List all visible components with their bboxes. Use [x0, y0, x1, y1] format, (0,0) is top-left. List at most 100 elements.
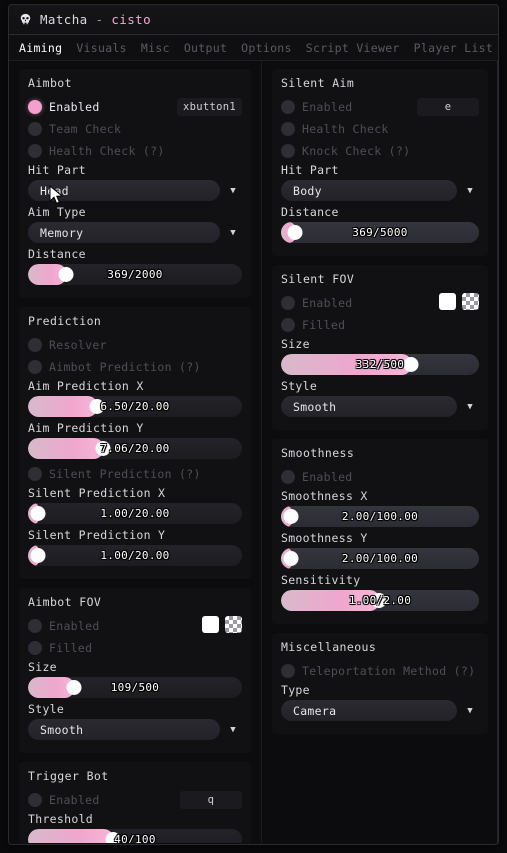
slider-sensitivity[interactable]: 1.00/2.00: [280, 590, 479, 611]
toggle-silent-aim-enabled[interactable]: [280, 100, 295, 114]
slider-aim-prediction-x[interactable]: 6.50/20.00: [28, 396, 242, 417]
dropdown-miscellaneous-type[interactable]: Camera ▼: [280, 700, 479, 721]
toggle-row-aimbot-health-check[interactable]: Health Check (?): [28, 140, 242, 162]
toggle-row-smoothness-enabled[interactable]: Enabled: [280, 466, 479, 488]
chevron-down-icon[interactable]: ▼: [461, 706, 479, 716]
toggle-smoothness-enabled[interactable]: [280, 470, 295, 484]
tab-misc[interactable]: Misc: [141, 41, 170, 55]
matcha-window: Matcha - cisto Aiming Visuals Misc Output Op…: [8, 4, 499, 845]
slider-silent-prediction-x[interactable]: 1.00/20.00: [28, 503, 242, 524]
title-bar[interactable]: Matcha - cisto: [9, 5, 498, 35]
slider-aim-prediction-y[interactable]: 7.06/20.00: [28, 438, 242, 459]
dropdown-value-aimbot-hit-part[interactable]: Head: [28, 180, 220, 201]
dropdown-value-silent-fov-style[interactable]: Smooth: [280, 396, 457, 417]
slider-value-aimbot-distance: 369/2000: [107, 268, 163, 281]
toggle-row-silent-aim-health-check[interactable]: Health Check: [280, 118, 479, 140]
toggle-row-aimbot-fov-filled[interactable]: Filled: [28, 637, 242, 659]
keybind-trigger-bot-enabled[interactable]: q: [179, 791, 242, 809]
toggle-row-silent-aim-knock-check[interactable]: Knock Check (?): [280, 140, 479, 162]
label-trigger-bot-threshold: Threshold: [28, 812, 94, 826]
toggle-row-teleportation-method[interactable]: Teleportation Method (?): [280, 660, 479, 682]
chevron-down-icon[interactable]: ▼: [461, 186, 479, 196]
dropdown-value-aimbot-fov-style[interactable]: Smooth: [28, 719, 220, 740]
dropdown-value-silent-aim-hit-part[interactable]: Body: [280, 180, 457, 201]
toggle-trigger-bot-enabled[interactable]: [28, 793, 42, 807]
slider-silent-prediction-y[interactable]: 1.00/20.00: [28, 545, 242, 566]
slider-smoothness-x[interactable]: 2.00/100.00: [280, 506, 479, 527]
color-swatch-fill-transparent[interactable]: [462, 293, 479, 310]
toggle-aimbot-team-check[interactable]: [28, 122, 42, 136]
toggle-row-aimbot-prediction[interactable]: Aimbot Prediction (?): [28, 356, 242, 378]
toggle-row-resolver[interactable]: Resolver: [28, 334, 242, 356]
slider-silent-aim-distance[interactable]: 369/5000: [280, 222, 479, 243]
toggle-silent-prediction[interactable]: [28, 467, 42, 481]
group-title-smoothness: Smoothness: [280, 446, 355, 460]
toggle-silent-aim-health-check[interactable]: [280, 122, 295, 136]
label-trigger-bot-enabled: Enabled: [49, 793, 100, 807]
dropdown-aimbot-hit-part[interactable]: Head ▼: [28, 180, 242, 201]
slider-value-trigger-bot-threshold: 40/100: [114, 833, 156, 843]
chevron-down-icon[interactable]: ▼: [224, 228, 242, 238]
dropdown-silent-aim-hit-part[interactable]: Body ▼: [280, 180, 479, 201]
toggle-teleportation-method[interactable]: [280, 664, 295, 678]
toggle-aimbot-enabled[interactable]: [28, 100, 42, 114]
color-swatch-outline[interactable]: [439, 293, 456, 310]
toggle-row-silent-fov-enabled[interactable]: Enabled: [280, 292, 479, 314]
toggle-silent-aim-knock-check[interactable]: [280, 144, 295, 158]
tab-player-list[interactable]: Player List: [414, 41, 493, 55]
toggle-aimbot-fov-enabled[interactable]: [28, 619, 42, 633]
slider-value-sensitivity: 1.00/2.00: [348, 594, 412, 607]
toggle-row-aimbot-enabled[interactable]: Enabled xbutton1: [28, 96, 242, 118]
slider-aimbot-distance[interactable]: 369/2000: [28, 264, 242, 285]
chevron-down-icon[interactable]: ▼: [224, 186, 242, 196]
keybind-silent-aim-enabled[interactable]: e: [417, 98, 479, 116]
keybind-aimbot-enabled[interactable]: xbutton1: [176, 98, 242, 116]
color-swatch-outline[interactable]: [201, 616, 219, 633]
toggle-row-trigger-bot-enabled[interactable]: Enabled q: [28, 789, 242, 811]
group-trigger-bot: Trigger Bot Enabled q Threshold 40/100 D…: [19, 762, 251, 843]
tab-visuals[interactable]: Visuals: [76, 41, 127, 55]
toggle-row-silent-prediction[interactable]: Silent Prediction (?): [28, 463, 242, 485]
label-aimbot-distance: Distance: [28, 247, 86, 261]
toggle-aimbot-fov-filled[interactable]: [28, 641, 42, 655]
dropdown-value-aimbot-aim-type[interactable]: Memory: [28, 222, 220, 243]
label-smoothness-enabled: Enabled: [301, 470, 353, 484]
chevron-down-icon[interactable]: ▼: [461, 402, 479, 412]
dropdown-silent-fov-style[interactable]: Smooth ▼: [280, 396, 479, 417]
label-silent-aim-knock-check: Knock Check (?): [301, 144, 411, 158]
dropdown-aimbot-fov-style[interactable]: Smooth ▼: [28, 719, 242, 740]
tab-aiming[interactable]: Aiming: [19, 41, 62, 55]
dropdown-value-miscellaneous-type[interactable]: Camera: [280, 700, 457, 721]
group-smoothness: Smoothness Enabled Smoothness X 2.00/100…: [271, 439, 488, 624]
toggle-aimbot-health-check[interactable]: [28, 144, 42, 158]
tab-script-viewer[interactable]: Script Viewer: [306, 41, 400, 55]
label-silent-fov-enabled: Enabled: [301, 296, 353, 310]
slider-silent-fov-size[interactable]: 332/500: [280, 354, 479, 375]
chevron-down-icon[interactable]: ▼: [224, 725, 242, 735]
slider-trigger-bot-threshold[interactable]: 40/100: [28, 829, 242, 843]
tab-output[interactable]: Output: [184, 41, 227, 55]
group-title-silent-aim: Silent Aim: [280, 76, 355, 90]
tab-bar: Aiming Visuals Misc Output Options Script Vie…: [9, 35, 498, 61]
toggle-row-aimbot-team-check[interactable]: Team Check: [28, 118, 242, 140]
label-silent-aim-enabled: Enabled: [301, 100, 353, 114]
toggle-aimbot-prediction[interactable]: [28, 360, 42, 374]
color-swatch-fill-transparent[interactable]: [224, 616, 242, 633]
slider-aimbot-fov-size[interactable]: 109/500: [28, 677, 242, 698]
toggle-row-aimbot-fov-enabled[interactable]: Enabled: [28, 615, 242, 637]
label-silent-fov-size: Size: [280, 337, 310, 351]
title-app: Matcha: [40, 12, 88, 27]
toggle-silent-fov-enabled[interactable]: [280, 296, 295, 310]
slider-smoothness-y[interactable]: 2.00/100.00: [280, 548, 479, 569]
label-miscellaneous-type: Type: [280, 683, 310, 697]
toggle-row-silent-fov-filled[interactable]: Filled: [280, 314, 479, 336]
toggle-resolver[interactable]: [28, 338, 42, 352]
toggle-silent-fov-filled[interactable]: [280, 318, 295, 332]
toggle-row-silent-aim-enabled[interactable]: Enabled e: [280, 96, 479, 118]
label-smoothness-y: Smoothness Y: [280, 531, 368, 545]
tab-options[interactable]: Options: [241, 41, 292, 55]
label-silent-prediction-x: Silent Prediction X: [28, 486, 166, 500]
title-user: cisto: [111, 12, 152, 27]
dropdown-aimbot-aim-type[interactable]: Memory ▼: [28, 222, 242, 243]
group-silent-fov: Silent FOV Enabled Filled Size 332/500 S…: [271, 265, 488, 430]
